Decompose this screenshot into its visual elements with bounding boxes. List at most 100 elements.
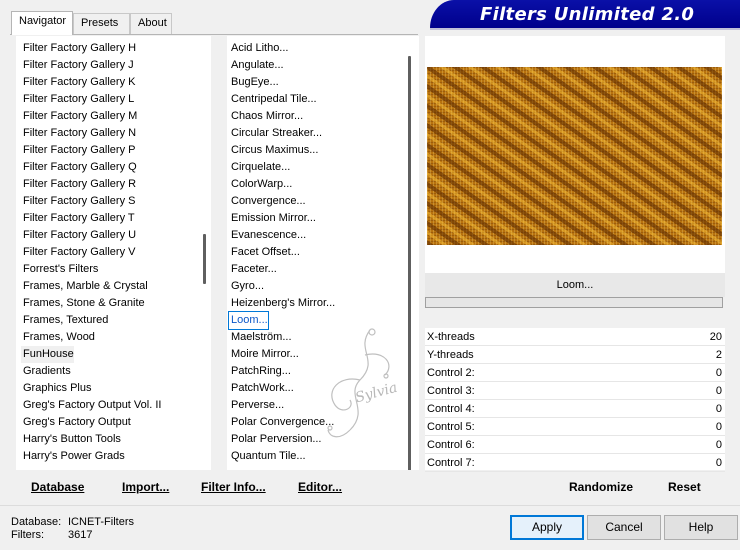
filter-item[interactable]: Faceter... [229, 261, 277, 278]
filter-item[interactable]: Maelström... [229, 329, 292, 346]
reset-button[interactable]: Reset [668, 480, 701, 496]
filter-item[interactable]: Circular Streaker... [229, 125, 322, 142]
parameter-row[interactable]: Control 2: 0 [425, 364, 725, 382]
filter-item[interactable]: Evanescence... [229, 227, 306, 244]
database-status-value: ICNET-Filters [68, 516, 134, 528]
help-button[interactable]: Help [664, 515, 738, 540]
category-item[interactable]: Gradients [21, 363, 71, 380]
filter-item[interactable]: Quantum Tile... [229, 448, 306, 465]
parameter-label: Control 7: [427, 457, 475, 469]
parameter-row[interactable]: X-threads 20 [425, 328, 725, 346]
filter-item[interactable]: Polar Perversion... [229, 431, 321, 448]
preview-filter-name: Loom... [425, 273, 725, 297]
category-item[interactable]: Greg's Factory Output Vol. II [21, 397, 161, 414]
parameter-value[interactable]: 0 [716, 418, 722, 436]
filter-item[interactable]: Perverse... [229, 397, 284, 414]
filter-item[interactable]: Angulate... [229, 57, 284, 74]
category-item[interactable]: Greg's Factory Output [21, 414, 131, 431]
database-button[interactable]: Database [31, 480, 84, 496]
footer-separator [0, 505, 740, 506]
progress-bar [425, 297, 723, 308]
category-item[interactable]: Filter Factory Gallery R [21, 176, 136, 193]
category-item[interactable]: Filter Factory Gallery U [21, 227, 136, 244]
filters-count-value: 3617 [68, 529, 93, 541]
category-item[interactable]: Filter Factory Gallery L [21, 91, 134, 108]
category-item[interactable]: Filter Factory Gallery S [21, 193, 135, 210]
category-item[interactable]: Filter Factory Gallery P [21, 142, 135, 159]
filter-item[interactable]: Cirquelate... [229, 159, 290, 176]
parameter-value[interactable]: 0 [716, 382, 722, 400]
category-item[interactable]: Filter Factory Gallery J [21, 57, 134, 74]
filter-item[interactable]: Polar Convergence... [229, 414, 334, 431]
filter-item[interactable]: BugEye... [229, 74, 279, 91]
filter-item[interactable]: Moire Mirror... [229, 346, 299, 363]
category-item[interactable]: Filter Factory Gallery K [21, 74, 135, 91]
filters-count-label: Filters: [11, 529, 44, 541]
filter-item[interactable]: ColorWarp... [229, 176, 292, 193]
category-item[interactable]: Filter Factory Gallery T [21, 210, 135, 227]
category-list[interactable]: Filter Factory Gallery H Filter Factory G… [16, 36, 211, 470]
parameter-label: Control 2: [427, 367, 475, 379]
cancel-button[interactable]: Cancel [587, 515, 661, 540]
category-item[interactable]: FunHouse [21, 346, 74, 363]
tab-navigator[interactable]: Navigator [11, 11, 73, 35]
category-item[interactable]: Filter Factory Gallery Q [21, 159, 137, 176]
parameter-label: Y-threads [427, 349, 474, 361]
apply-button[interactable]: Apply [510, 515, 584, 540]
parameter-row[interactable]: Control 6: 0 [425, 436, 725, 454]
parameter-row[interactable]: Y-threads 2 [425, 346, 725, 364]
parameter-label: Control 6: [427, 439, 475, 451]
parameter-value[interactable]: 20 [710, 328, 722, 346]
category-item[interactable]: Filter Factory Gallery V [21, 244, 135, 261]
category-item[interactable]: Frames, Marble & Crystal [21, 278, 148, 295]
filter-item[interactable]: Emission Mirror... [229, 210, 316, 227]
randomize-button[interactable]: Randomize [569, 480, 633, 496]
parameter-label: Control 3: [427, 385, 475, 397]
app-title-banner: Filters Unlimited 2.0 [430, 0, 740, 28]
category-item[interactable]: Frames, Wood [21, 329, 95, 346]
filter-item[interactable]: PatchRing... [229, 363, 291, 380]
filter-list[interactable]: Acid Litho... Angulate... BugEye... Centrip… [227, 36, 419, 470]
parameter-value[interactable]: 2 [716, 346, 722, 364]
parameter-row[interactable]: Control 4: 0 [425, 400, 725, 418]
parameter-row[interactable]: Control 7: 0 [425, 454, 725, 472]
parameter-value[interactable]: 0 [716, 454, 722, 472]
category-item[interactable]: Filter Factory Gallery M [21, 108, 137, 125]
tab-presets[interactable]: Presets [73, 13, 130, 34]
filter-item[interactable]: Convergence... [229, 193, 306, 210]
parameter-label: X-threads [427, 331, 475, 343]
parameter-row[interactable]: Control 3: 0 [425, 382, 725, 400]
editor-button[interactable]: Editor... [298, 480, 342, 496]
tab-about[interactable]: About [130, 13, 172, 34]
category-item[interactable]: Harry's Button Tools [21, 431, 121, 448]
filter-item[interactable]: Gyro... [229, 278, 264, 295]
category-item[interactable]: Filter Factory Gallery N [21, 125, 136, 142]
filter-item[interactable]: Acid Litho... [229, 40, 288, 57]
category-item[interactable]: Filter Factory Gallery H [21, 40, 136, 57]
filter-scroll-thumb[interactable] [408, 56, 411, 470]
parameter-value[interactable]: 0 [716, 364, 722, 382]
category-item[interactable]: Graphics Plus [21, 380, 91, 397]
parameter-list: X-threads 20 Y-threads 2 Control 2: 0 Control … [425, 328, 725, 472]
filter-item[interactable]: Loom... [228, 311, 269, 330]
category-item[interactable]: Forrest's Filters [21, 261, 98, 278]
filter-item[interactable]: Centripedal Tile... [229, 91, 317, 108]
parameter-row[interactable]: Control 5: 0 [425, 418, 725, 436]
filter-item[interactable]: Circus Maximus... [229, 142, 318, 159]
filter-info-button[interactable]: Filter Info... [201, 480, 266, 496]
category-item[interactable]: Harry's Power Grads [21, 448, 125, 465]
banner-underline [430, 28, 740, 30]
category-scroll-thumb[interactable] [203, 234, 206, 284]
database-status-label: Database: [11, 516, 62, 528]
filter-preview-image[interactable] [427, 67, 722, 245]
filter-item[interactable]: Facet Offset... [229, 244, 300, 261]
parameter-value[interactable]: 0 [716, 436, 722, 454]
parameter-label: Control 5: [427, 421, 475, 433]
import-button[interactable]: Import... [122, 480, 169, 496]
category-item[interactable]: Frames, Textured [21, 312, 108, 329]
parameter-value[interactable]: 0 [716, 400, 722, 418]
filter-item[interactable]: Heizenberg's Mirror... [229, 295, 335, 312]
category-item[interactable]: Frames, Stone & Granite [21, 295, 145, 312]
filter-item[interactable]: PatchWork... [229, 380, 294, 397]
filter-item[interactable]: Chaos Mirror... [229, 108, 303, 125]
